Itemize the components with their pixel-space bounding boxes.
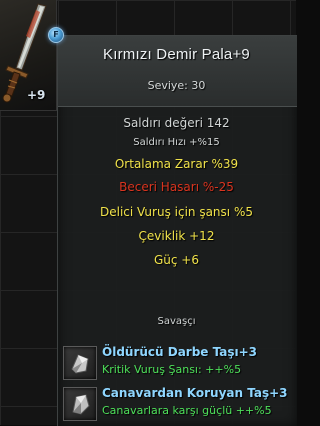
gem-icon: F [48,27,64,43]
stone-slot: Canavardan Koruyan Taş+3 Canavarlara kar… [60,386,296,422]
item-title: Kırmızı Demir Pala+9 [103,46,250,63]
stone-name: Öldürücü Darbe Taşı+3 [102,345,258,359]
stone-effect: Canavarlara karşı güçlü ++%5 [102,404,272,417]
upgrade-level-badge: +9 [27,88,46,102]
attack-value: Saldırı değeri 142 [123,116,230,130]
item-slot-sword[interactable]: +9 [0,0,57,111]
stone-icon [63,387,97,421]
bonus-skill-damage: Beceri Hasarı %-25 [119,180,234,194]
class-restriction: Savaşçı [157,316,196,327]
stone-slot: Öldürücü Darbe Taşı+3 Kritik Vuruş Şansı… [60,345,296,381]
item-level: Seviye: 30 [147,79,206,92]
bonus-strength: Güç +6 [153,253,199,267]
bonus-average-damage: Ortalama Zarar %39 [114,157,239,171]
bonus-piercing-chance: Delici Vuruş için şansı %5 [100,205,253,219]
stone-effect: Kritik Vuruş Şansı: ++%5 [102,363,242,376]
stone-icon [63,346,97,380]
bonus-agility: Çeviklik +12 [138,229,215,243]
stone-name: Canavardan Koruyan Taş+3 [102,386,288,400]
attack-speed: Saldırı Hızı +%15 [133,137,220,148]
